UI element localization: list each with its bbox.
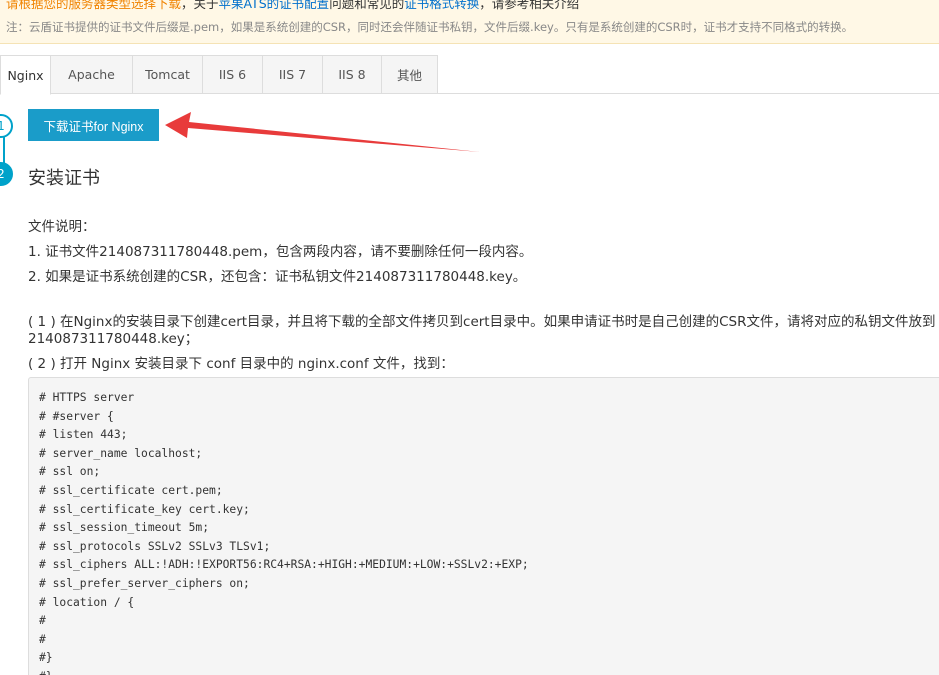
tab-nginx[interactable]: Nginx xyxy=(0,55,51,95)
code-line: #} xyxy=(39,668,529,675)
tab-iis8[interactable]: IIS 8 xyxy=(323,55,382,94)
format-conversion-link[interactable]: 证书格式转换 xyxy=(404,0,479,11)
code-line: # listen 443; xyxy=(39,428,128,442)
tab-other[interactable]: 其他 xyxy=(382,55,438,94)
nginx-config-code-block: # HTTPS server # #server { # listen 443;… xyxy=(28,377,939,675)
notice-text: ，关于 xyxy=(181,0,219,11)
files-heading: 文件说明： xyxy=(28,219,96,235)
code-line: # ssl_session_timeout 5m; xyxy=(39,521,210,535)
tab-tomcat[interactable]: Tomcat xyxy=(133,55,203,94)
file-item-1: 1. 证书文件214087311780448.pem，包含两段内容，请不要删除任… xyxy=(28,244,533,260)
step-2-badge: 2 xyxy=(0,162,13,186)
notice-intro: 请根据您的服务器类型选择下载 xyxy=(6,0,182,11)
ats-config-link[interactable]: 苹果ATS的证书配置 xyxy=(219,0,330,11)
instruction-step-1-cont: 214087311780448.key； xyxy=(28,331,199,347)
code-line: #} xyxy=(39,651,53,665)
code-line: # xyxy=(39,614,46,628)
code-lines: # HTTPS server # #server { # listen 443;… xyxy=(39,389,529,675)
install-cert-title: 安装证书 xyxy=(28,168,100,189)
instruction-step-2: ( 2 ) 打开 Nginx 安装目录下 conf 目录中的 nginx.con… xyxy=(28,356,454,372)
code-line: # ssl on; xyxy=(39,465,101,479)
code-line: # ssl_ciphers ALL:!ADH:!EXPORT56:RC4+RSA… xyxy=(39,558,529,572)
step-1-badge: 1 xyxy=(0,114,13,138)
file-item-2: 2. 如果是证书系统创建的CSR，还包含：证书私钥文件2140873117804… xyxy=(28,269,527,285)
code-line: # ssl_prefer_server_ciphers on; xyxy=(39,576,250,590)
code-line: # location / { xyxy=(39,595,135,609)
server-type-tabs: Nginx Apache Tomcat IIS 6 IIS 7 IIS 8 其他 xyxy=(0,55,939,95)
tab-apache[interactable]: Apache xyxy=(51,55,133,94)
download-nginx-cert-button[interactable]: 下载证书for Nginx xyxy=(28,109,159,141)
notice-text: 问题和常见的 xyxy=(329,0,405,11)
tab-iis7[interactable]: IIS 7 xyxy=(263,55,323,94)
notice-banner: 请根据您的服务器类型选择下载，关于苹果ATS的证书配置问题和常见的证书格式转换，… xyxy=(0,0,939,44)
tab-iis6[interactable]: IIS 6 xyxy=(203,55,263,94)
code-line: # ssl_protocols SSLv2 SSLv3 TLSv1; xyxy=(39,539,271,553)
code-line: # HTTPS server xyxy=(39,391,135,404)
notice-line-1: 请根据您的服务器类型选择下载，关于苹果ATS的证书配置问题和常见的证书格式转换，… xyxy=(6,0,579,12)
code-line: # ssl_certificate cert.pem; xyxy=(39,483,223,497)
notice-text: ，请参考相关介绍 xyxy=(479,0,580,11)
red-arrow-annotation xyxy=(165,112,480,152)
code-line: # xyxy=(39,632,46,646)
notice-line-2: 注：云盾证书提供的证书文件后缀是.pem，如果是系统创建的CSR，同时还会伴随证… xyxy=(6,20,854,34)
code-line: # server_name localhost; xyxy=(39,446,203,460)
code-line: # #server { xyxy=(39,409,114,423)
code-line: # ssl_certificate_key cert.key; xyxy=(39,502,250,516)
